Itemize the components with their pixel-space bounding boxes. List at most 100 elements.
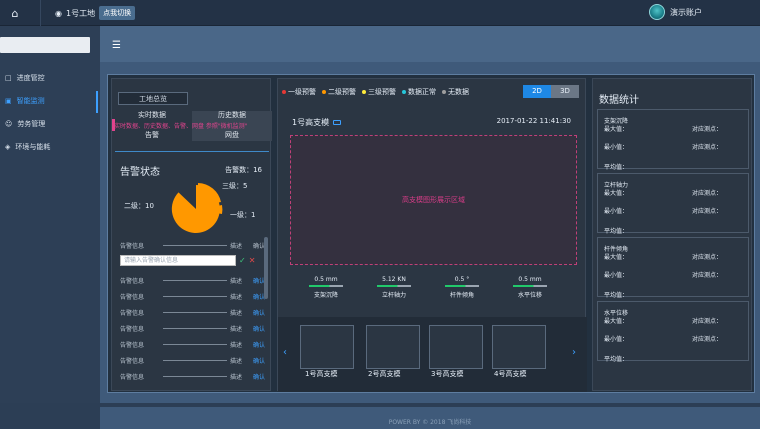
list-item: 告警信息 描述 确认 bbox=[120, 272, 268, 288]
legend-item: 二级预警 bbox=[322, 87, 356, 97]
formwork-display-area[interactable]: 高支模图形展示区域 bbox=[290, 135, 577, 265]
thumbnail-strip: ‹ 1号高支模 2号高支模 3号高支模 4号高支模 › bbox=[278, 317, 587, 392]
toggle-2d[interactable]: 2D bbox=[523, 85, 551, 98]
alert-info: 告警信息 bbox=[120, 293, 145, 301]
location-selector[interactable]: ◉ 1号工地 点我切换 bbox=[55, 6, 136, 20]
divider bbox=[163, 311, 227, 313]
pie-label-level1: 一级：1 bbox=[230, 211, 256, 219]
formwork-name: 1号高支模 bbox=[292, 118, 330, 127]
sidebar-item-label: 环境与能耗 bbox=[15, 142, 51, 151]
stat-max: 最大值： bbox=[604, 318, 629, 325]
thumbnail-3[interactable] bbox=[429, 325, 483, 369]
confirm-link[interactable]: 确认 bbox=[250, 356, 268, 365]
annotation-note: 实时数据、历史数据、告警、网盘 参照"微机监测" bbox=[114, 123, 248, 130]
legend-dot bbox=[362, 90, 366, 94]
formwork-title: 1号高支模 bbox=[292, 117, 342, 128]
stat-card-settlement: 支架沉降 最大值： 对应测点： 最小值： 对应测点： 平均值： bbox=[597, 109, 749, 171]
menu-toggle-icon[interactable]: ☰ bbox=[112, 40, 121, 51]
sidebar-item-labor[interactable]: ☺ 劳务管理 bbox=[0, 112, 100, 135]
stat-avg: 平均值： bbox=[604, 164, 629, 171]
divider bbox=[163, 327, 227, 329]
alert-count: 告警数：16 bbox=[225, 166, 262, 174]
gauge-row: 0.5 mm 支架沉降 5.12 KN 立杆轴力 0.5 ° 杆件倾角 0.5 … bbox=[296, 276, 576, 306]
switch-site-button[interactable]: 点我切换 bbox=[99, 6, 136, 20]
alert-info: 告警信息 bbox=[120, 325, 145, 333]
confirm-link[interactable]: 确认 bbox=[250, 324, 268, 333]
divider bbox=[163, 359, 227, 361]
leaf-icon: ◈ bbox=[5, 142, 11, 151]
divider bbox=[115, 151, 269, 152]
gauge-axial-force: 5.12 KN 立杆轴力 bbox=[364, 276, 424, 299]
list-scrollbar[interactable] bbox=[264, 237, 268, 299]
confirm-link[interactable]: 确认 bbox=[250, 340, 268, 349]
stat-min: 最小值： bbox=[604, 336, 629, 343]
list-item: 告警信息 描述 确认 bbox=[120, 320, 268, 336]
divider bbox=[163, 343, 227, 345]
alert-desc: 描述 bbox=[230, 373, 243, 381]
chevron-left-icon[interactable]: ‹ bbox=[283, 347, 287, 358]
stat-min: 最小值： bbox=[604, 272, 629, 279]
thumbnail-label: 4号高支模 bbox=[494, 370, 527, 378]
legend-label: 一级预警 bbox=[288, 88, 316, 96]
legend-dot bbox=[442, 90, 446, 94]
stat-avg: 平均值： bbox=[604, 228, 629, 235]
thumbnail-2[interactable] bbox=[366, 325, 420, 369]
alert-info: 告警信息 bbox=[120, 357, 145, 365]
gauge-value: 0.5 ° bbox=[454, 276, 470, 283]
stat-max: 最大值： bbox=[604, 254, 629, 261]
close-icon[interactable]: ✕ bbox=[249, 256, 256, 265]
site-overview-button[interactable]: 工地总览 bbox=[118, 92, 188, 105]
camera-icon[interactable] bbox=[333, 120, 342, 125]
alert-list: 告警信息 描述 确认 请输入告警确认信息 ✓ ✕ 告警信息 描述 确认 告警信息… bbox=[120, 237, 268, 384]
sidebar-nav: □ 进度管控 ▣ 智能监测 ☺ 劳务管理 ◈ 环境与能耗 bbox=[0, 66, 100, 158]
home-icon[interactable]: ⌂ bbox=[0, 0, 30, 26]
main-area: ☰ 工地总览 实时数据 告警 历史数据 网盘 实时数据、历史数据、告警、网盘 参… bbox=[100, 26, 760, 429]
gauge-bar bbox=[513, 285, 547, 287]
thumbnail-1[interactable] bbox=[300, 325, 354, 369]
stat-max: 最大值： bbox=[604, 190, 629, 197]
sidebar-item-monitor[interactable]: ▣ 智能监测 bbox=[0, 89, 100, 113]
legend-label: 无数据 bbox=[448, 88, 469, 96]
avatar bbox=[649, 4, 665, 20]
tab-history-title: 历史数据 bbox=[218, 111, 246, 119]
sidebar-item-label: 进度管控 bbox=[16, 73, 45, 82]
sidebar-item-progress[interactable]: □ 进度管控 bbox=[0, 66, 100, 89]
view-toggle: 2D 3D bbox=[523, 85, 579, 98]
chevron-right-icon[interactable]: › bbox=[572, 347, 576, 358]
stat-point: 对应测点： bbox=[692, 126, 723, 133]
stat-point: 对应测点： bbox=[692, 318, 723, 325]
gauge-label: 支架沉降 bbox=[313, 292, 338, 299]
gauge-bar bbox=[377, 285, 411, 287]
confirm-input-row: 请输入告警确认信息 ✓ ✕ bbox=[120, 253, 268, 267]
gauge-label: 水平位移 bbox=[517, 292, 542, 299]
thumbnail-4[interactable] bbox=[492, 325, 546, 369]
confirm-link[interactable]: 确认 bbox=[250, 372, 268, 381]
sub-header: ☰ bbox=[100, 26, 760, 62]
gauge-displacement: 0.5 mm 水平位移 bbox=[500, 276, 560, 299]
confirm-link[interactable]: 确认 bbox=[250, 308, 268, 317]
tab-history-sub: 网盘 bbox=[225, 131, 239, 139]
gauge-label: 立杆轴力 bbox=[381, 292, 406, 299]
list-item: 告警信息 描述 确认 bbox=[120, 304, 268, 320]
alert-list-header: 告警信息 描述 确认 bbox=[120, 237, 268, 253]
legend-dot bbox=[322, 90, 326, 94]
monitor-icon: ▣ bbox=[5, 96, 12, 105]
gauge-bar bbox=[309, 285, 343, 287]
alert-info: 告警信息 bbox=[120, 373, 145, 381]
sidebar-item-environment[interactable]: ◈ 环境与能耗 bbox=[0, 135, 100, 158]
alert-desc: 描述 bbox=[230, 325, 243, 333]
check-icon[interactable]: ✓ bbox=[239, 256, 246, 265]
sidebar-search-input[interactable] bbox=[0, 37, 90, 53]
alert-status-title: 告警状态 bbox=[120, 167, 160, 178]
thumbnail-label: 2号高支模 bbox=[368, 370, 401, 378]
divider bbox=[40, 0, 41, 26]
alert-desc: 描述 bbox=[230, 309, 243, 317]
stat-card-tilt: 杆件倾角 最大值： 对应测点： 最小值： 对应测点： 平均值： bbox=[597, 237, 749, 299]
list-item: 告警信息 描述 确认 bbox=[120, 336, 268, 352]
toggle-3d[interactable]: 3D bbox=[551, 85, 579, 98]
confirm-input[interactable]: 请输入告警确认信息 bbox=[120, 254, 236, 266]
user-menu[interactable]: 演示账户 bbox=[649, 4, 702, 20]
list-item: 告警信息 描述 确认 bbox=[120, 288, 268, 304]
legend-dot bbox=[402, 90, 406, 94]
alert-info: 告警信息 bbox=[120, 277, 145, 285]
